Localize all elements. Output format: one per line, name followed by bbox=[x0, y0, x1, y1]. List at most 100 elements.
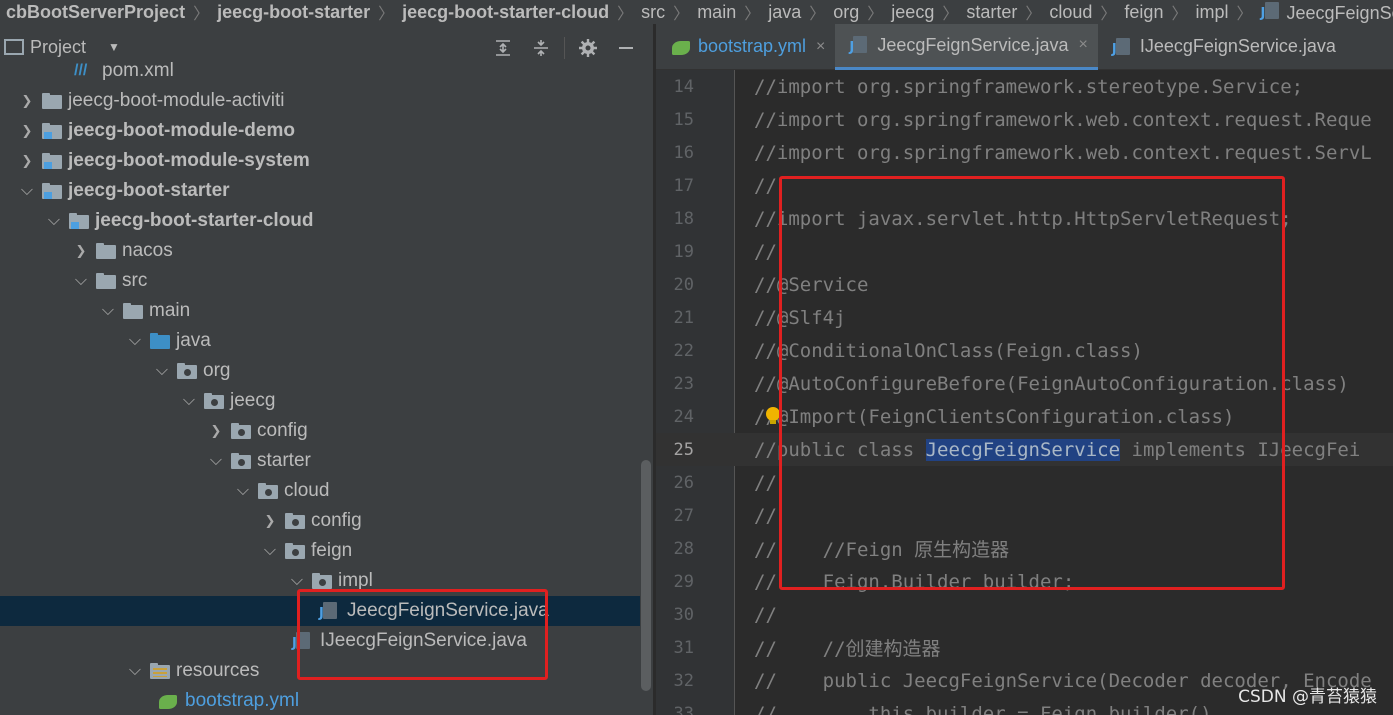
breadcrumb-item[interactable]: JeecgFeignServic bbox=[1255, 1, 1393, 24]
code-text: //import org.springframework.stereotype.… bbox=[754, 75, 1304, 98]
tree-item[interactable]: ⌵ jeecg-boot-starter bbox=[0, 176, 640, 206]
code-line[interactable]: 16 //import org.springframework.web.conte… bbox=[656, 136, 1393, 169]
breadcrumb-item[interactable]: cbBootServerProject bbox=[0, 2, 191, 23]
tree-item[interactable]: ⌵ main bbox=[0, 296, 640, 326]
chevron-down-icon[interactable]: ⌵ bbox=[234, 482, 252, 500]
java-file-icon bbox=[1112, 37, 1134, 57]
breadcrumb-item[interactable]: cloud bbox=[1043, 2, 1098, 23]
line-number: 19 bbox=[673, 241, 694, 262]
chevron-right-icon[interactable]: ❯ bbox=[207, 423, 225, 439]
breadcrumb-item[interactable]: org bbox=[827, 2, 865, 23]
tab-ijeecgfeignservice-java[interactable]: IJeecgFeignService.java bbox=[1098, 24, 1346, 70]
package-icon bbox=[204, 393, 224, 409]
tab-jeecgfeignservice-java[interactable]: JeecgFeignService.java × bbox=[835, 23, 1098, 70]
breadcrumb-separator: 〉 bbox=[942, 6, 959, 23]
tree-item-label: starter bbox=[257, 450, 311, 471]
code-text: // bbox=[754, 240, 777, 263]
project-scrollbar[interactable] bbox=[641, 460, 651, 691]
line-number: 21 bbox=[673, 307, 694, 328]
chevron-down-icon[interactable]: ⌵ bbox=[126, 662, 144, 680]
breadcrumb-item[interactable]: jeecg bbox=[885, 2, 940, 23]
breadcrumb-separator: 〉 bbox=[378, 6, 395, 23]
breadcrumb-item[interactable]: starter bbox=[960, 2, 1023, 23]
line-number: 23 bbox=[673, 373, 694, 394]
tree-item-label: jeecg-boot-starter-cloud bbox=[95, 210, 314, 231]
chevron-right-icon[interactable]: ❯ bbox=[72, 243, 90, 259]
chevron-down-icon[interactable]: ⌵ bbox=[126, 332, 144, 350]
tree-item[interactable]: ❯ config bbox=[0, 506, 640, 536]
breadcrumb-label: JeecgFeignServic bbox=[1286, 2, 1393, 23]
folder-icon bbox=[96, 243, 116, 259]
chevron-down-icon[interactable]: ⌵ bbox=[180, 392, 198, 410]
breadcrumb-separator: 〉 bbox=[744, 6, 761, 23]
yaml-file-icon bbox=[670, 38, 692, 56]
breadcrumb-item[interactable]: impl bbox=[1189, 2, 1234, 23]
tree-item[interactable]: ⌵ src bbox=[0, 266, 640, 296]
package-icon bbox=[231, 453, 251, 469]
package-icon bbox=[285, 543, 305, 559]
java-file-icon bbox=[849, 35, 871, 55]
chevron-down-icon[interactable]: ⌵ bbox=[288, 572, 306, 590]
tree-item[interactable]: ⌵ cloud bbox=[0, 476, 640, 506]
code-line[interactable]: 15 //import org.springframework.web.conte… bbox=[656, 103, 1393, 136]
watermark: CSDN @青苔猿猿 bbox=[1238, 687, 1377, 707]
tree-item[interactable]: ⌵ jeecg bbox=[0, 386, 640, 416]
line-number: 24 bbox=[673, 406, 694, 427]
chevron-down-icon[interactable]: ⌵ bbox=[18, 182, 36, 200]
annotation-box-files bbox=[297, 589, 548, 680]
chevron-down-icon[interactable]: ⌵ bbox=[45, 212, 63, 230]
breadcrumb-label: starter bbox=[966, 1, 1018, 22]
tree-item[interactable]: ⌵ org bbox=[0, 356, 640, 386]
tree-item-label: jeecg-boot-module-activiti bbox=[68, 90, 285, 111]
code-line[interactable]: 14 //import org.springframework.stereotyp… bbox=[656, 70, 1393, 103]
chevron-down-icon[interactable]: ⌵ bbox=[261, 542, 279, 560]
chevron-right-icon[interactable]: ❯ bbox=[18, 123, 36, 139]
tree-item[interactable]: ⌵ jeecg-boot-starter-cloud bbox=[0, 206, 640, 236]
chevron-right-icon[interactable]: ❯ bbox=[18, 93, 36, 109]
code-line[interactable]: 30 // bbox=[656, 598, 1393, 631]
module-folder-icon bbox=[42, 153, 62, 169]
chevron-right-icon[interactable]: ❯ bbox=[261, 513, 279, 529]
breadcrumb-item[interactable]: main bbox=[691, 2, 742, 23]
tree-item[interactable]: ⌵ starter bbox=[0, 446, 640, 476]
line-number: 22 bbox=[673, 340, 694, 361]
line-number: 31 bbox=[673, 637, 694, 658]
breadcrumb-item[interactable]: jeecg-boot-starter-cloud bbox=[396, 2, 615, 23]
chevron-down-icon[interactable]: ⌵ bbox=[99, 302, 117, 320]
breadcrumb-item[interactable]: java bbox=[762, 2, 807, 23]
chevron-right-icon[interactable]: ❯ bbox=[18, 153, 36, 169]
tree-item[interactable]: bootstrap.yml bbox=[0, 686, 640, 715]
line-number: 30 bbox=[673, 604, 694, 625]
tree-item[interactable]: ❯ nacos bbox=[0, 236, 640, 266]
breadcrumb-item[interactable]: jeecg-boot-starter bbox=[211, 2, 376, 23]
tree-item[interactable]: ❯ config bbox=[0, 416, 640, 446]
tree-item[interactable]: /// pom.xml bbox=[0, 56, 640, 86]
chevron-down-icon[interactable]: ▼ bbox=[108, 40, 120, 54]
tree-item-label: main bbox=[149, 300, 191, 321]
tree-item[interactable]: ❯ jeecg-boot-module-activiti bbox=[0, 86, 640, 116]
source-folder-icon bbox=[150, 333, 170, 349]
chevron-down-icon[interactable]: ⌵ bbox=[207, 452, 225, 470]
project-panel-title[interactable]: Project bbox=[30, 37, 86, 58]
code-text: // bbox=[754, 471, 777, 494]
line-number: 14 bbox=[673, 76, 694, 97]
chevron-down-icon[interactable]: ⌵ bbox=[72, 272, 90, 290]
chevron-down-icon[interactable]: ⌵ bbox=[153, 362, 171, 380]
breadcrumb-item[interactable]: src bbox=[635, 2, 671, 23]
line-number: 18 bbox=[673, 208, 694, 229]
tree-item-label: resources bbox=[176, 660, 260, 681]
close-icon[interactable]: × bbox=[1079, 36, 1088, 54]
tab-bootstrap-yml[interactable]: bootstrap.yml × bbox=[656, 24, 835, 70]
code-line[interactable]: 31 // //创建构造器 bbox=[656, 631, 1393, 664]
tree-item[interactable]: ❯ jeecg-boot-module-system bbox=[0, 146, 640, 176]
tree-item[interactable]: ⌵ java bbox=[0, 326, 640, 356]
close-icon[interactable]: × bbox=[816, 38, 825, 56]
tree-item[interactable]: ⌵ feign bbox=[0, 536, 640, 566]
breadcrumb-label: java bbox=[768, 1, 802, 22]
code-editor[interactable]: 14 //import org.springframework.stereotyp… bbox=[656, 70, 1393, 715]
annotation-box-code bbox=[779, 176, 1285, 590]
tree-item[interactable]: ❯ jeecg-boot-module-demo bbox=[0, 116, 640, 146]
breadcrumb-item[interactable]: feign bbox=[1118, 2, 1169, 23]
lightbulb-icon[interactable] bbox=[766, 407, 780, 425]
breadcrumb: cbBootServerProject 〉 jeecg-boot-starter 〉 j… bbox=[0, 0, 1393, 24]
